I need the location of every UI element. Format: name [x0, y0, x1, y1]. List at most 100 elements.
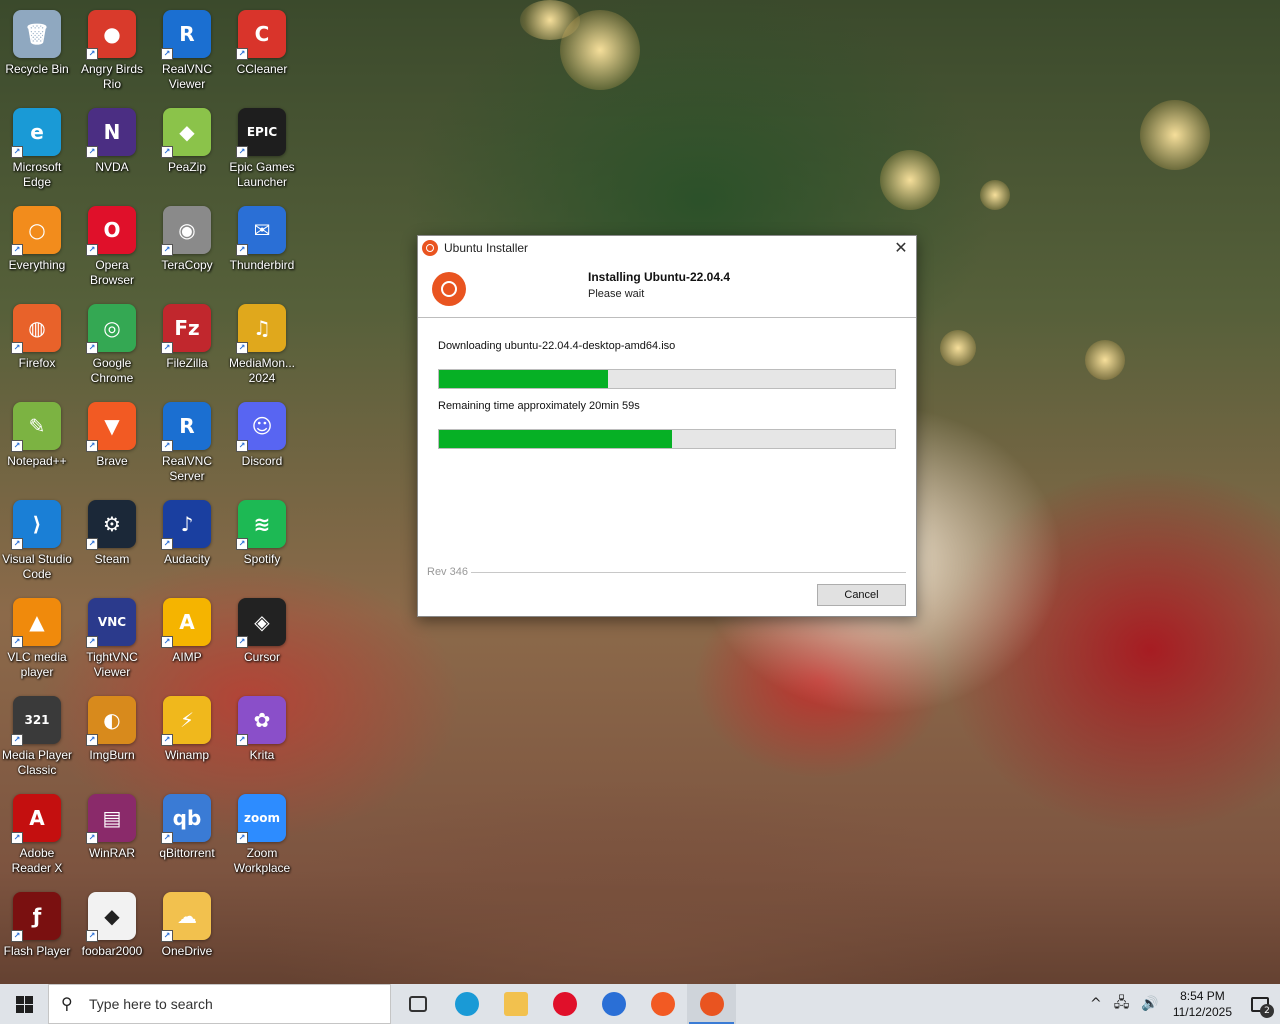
desktop-icon-label: OneDrive: [161, 944, 213, 958]
desktop-icon[interactable]: ◉ ↗ TeraCopy: [150, 200, 224, 292]
desktop-icon[interactable]: ♫ ↗ MediaMon... 2024: [225, 298, 299, 390]
desktop-icon[interactable]: ● ↗ Angry Birds Rio: [75, 4, 149, 96]
app-icon: ◍ ↗: [11, 304, 61, 354]
desktop-icon[interactable]: ⚡ ↗ Winamp: [150, 690, 224, 782]
shortcut-arrow-icon: ↗: [86, 440, 98, 452]
desktop-icon[interactable]: ◍ ↗ Firefox: [0, 298, 74, 390]
desktop-icon-label: ImgBurn: [89, 748, 135, 762]
desktop-icon[interactable]: ≋ ↗ Spotify: [225, 494, 299, 586]
taskbar-app-ubuntu-installer[interactable]: [687, 984, 736, 1024]
title-bar[interactable]: Ubuntu Installer ✕: [418, 236, 916, 260]
desktop-icon[interactable]: O ↗ Opera Browser: [75, 200, 149, 292]
desktop-icon[interactable]: ✿ ↗ Krita: [225, 690, 299, 782]
taskbar-app-brave[interactable]: [638, 984, 687, 1024]
taskbar-search-box[interactable]: ⚲ Type here to search: [48, 984, 391, 1024]
taskbar-app-opera[interactable]: [540, 984, 589, 1024]
desktop-icon-label: Everything: [8, 258, 66, 272]
desktop-icon[interactable]: Fz ↗ FileZilla: [150, 298, 224, 390]
shortcut-arrow-icon: ↗: [161, 930, 173, 942]
taskbar-app-file-explorer[interactable]: [491, 984, 540, 1024]
app-icon: ◆ ↗: [161, 108, 211, 158]
desktop-icon[interactable]: ⟩ ↗ Visual Studio Code: [0, 494, 74, 586]
clock-date: 11/12/2025: [1172, 1005, 1232, 1019]
desktop-icon[interactable]: e ↗ Microsoft Edge: [0, 102, 74, 194]
desktop-icon[interactable]: ○ ↗ Everything: [0, 200, 74, 292]
desktop-icon[interactable]: ☁ ↗ OneDrive: [150, 886, 224, 978]
app-icon-glyph: ✉: [253, 218, 271, 242]
overall-progress-bar: [438, 429, 896, 449]
app-icon-glyph: 321: [24, 713, 50, 727]
desktop-icon[interactable]: ◆ ↗ PeaZip: [150, 102, 224, 194]
desktop-icon[interactable]: EPIC ↗ Epic Games Launcher: [225, 102, 299, 194]
windows-logo-icon: [15, 995, 33, 1013]
file-explorer-icon: [503, 992, 528, 1016]
desktop-icon-label: Media Player Classic: [1, 748, 73, 777]
shortcut-arrow-icon: ↗: [11, 930, 23, 942]
desktop-icon[interactable]: ▤ ↗ WinRAR: [75, 788, 149, 880]
app-icon-glyph: 🗑: [24, 22, 50, 46]
desktop-icon-label: foobar2000: [81, 944, 143, 958]
app-icon-glyph: EPIC: [246, 125, 278, 139]
desktop-icon-label: Epic Games Launcher: [229, 160, 295, 189]
desktop-icon[interactable]: VNC ↗ TightVNC Viewer: [75, 592, 149, 684]
shortcut-arrow-icon: ↗: [86, 734, 98, 746]
close-button[interactable]: ✕: [886, 237, 916, 259]
desktop-icon[interactable]: ◆ ↗ foobar2000: [75, 886, 149, 978]
shortcut-arrow-icon: ↗: [11, 538, 23, 550]
app-icon: R ↗: [161, 402, 211, 452]
desktop-icon[interactable]: qb ↗ qBittorrent: [150, 788, 224, 880]
desktop-icon[interactable]: ◎ ↗ Google Chrome: [75, 298, 149, 390]
volume-icon[interactable]: 🔊: [1141, 996, 1158, 1012]
desktop-icon[interactable]: C ↗ CCleaner: [225, 4, 299, 96]
desktop-icon[interactable]: ◈ ↗ Cursor: [225, 592, 299, 684]
desktop-icon[interactable]: A ↗ AIMP: [150, 592, 224, 684]
desktop-icon[interactable]: zoom ↗ Zoom Workplace: [225, 788, 299, 880]
desktop-icon-label: WinRAR: [88, 846, 135, 860]
network-icon[interactable]: 🖧: [1114, 992, 1130, 1016]
app-icon-glyph: N: [103, 120, 121, 144]
app-icon: ◈ ↗: [236, 598, 286, 648]
bokeh-light: [940, 330, 976, 366]
shortcut-arrow-icon: ↗: [161, 342, 173, 354]
app-icon-glyph: ✿: [253, 708, 271, 732]
app-icon: qb ↗: [161, 794, 211, 844]
desktop-icon[interactable]: R ↗ RealVNC Server: [150, 396, 224, 488]
desktop-icon[interactable]: 🗑 Recycle Bin: [0, 4, 74, 96]
desktop-icon[interactable]: ☺ ↗ Discord: [225, 396, 299, 488]
app-icon: ▤ ↗: [86, 794, 136, 844]
app-icon-glyph: ▲: [29, 610, 45, 634]
desktop-icon[interactable]: ƒ ↗ Flash Player: [0, 886, 74, 978]
window-title: Ubuntu Installer: [444, 241, 529, 255]
desktop-icon[interactable]: ▼ ↗ Brave: [75, 396, 149, 488]
app-icon: ✎ ↗: [11, 402, 61, 452]
desktop-icon[interactable]: ✉ ↗ Thunderbird: [225, 200, 299, 292]
notification-center-button[interactable]: 2: [1240, 984, 1280, 1024]
desktop-icon[interactable]: N ↗ NVDA: [75, 102, 149, 194]
start-button[interactable]: [0, 984, 48, 1024]
app-icon-glyph: ♫: [253, 316, 271, 340]
desktop-icon[interactable]: A ↗ Adobe Reader X: [0, 788, 74, 880]
app-icon-glyph: ◎: [103, 316, 121, 340]
taskbar-app-thunderbird[interactable]: [589, 984, 638, 1024]
shortcut-arrow-icon: ↗: [236, 48, 248, 60]
desktop-icon[interactable]: R ↗ RealVNC Viewer: [150, 4, 224, 96]
desktop-icon[interactable]: ✎ ↗ Notepad++: [0, 396, 74, 488]
app-icon: A ↗: [161, 598, 211, 648]
desktop-icon[interactable]: ♪ ↗ Audacity: [150, 494, 224, 586]
cancel-button[interactable]: Cancel: [817, 584, 906, 606]
desktop-icon[interactable]: ◐ ↗ ImgBurn: [75, 690, 149, 782]
taskbar-app-task-view[interactable]: [393, 984, 442, 1024]
shortcut-arrow-icon: ↗: [161, 734, 173, 746]
desktop-icon[interactable]: ▲ ↗ VLC media player: [0, 592, 74, 684]
desktop-icon[interactable]: ⚙ ↗ Steam: [75, 494, 149, 586]
tray-overflow-icon[interactable]: ^: [1090, 996, 1102, 1012]
desktop-icon-label: Thunderbird: [229, 258, 295, 272]
taskbar-app-edge[interactable]: [442, 984, 491, 1024]
desktop-icon[interactable]: 321 ↗ Media Player Classic: [0, 690, 74, 782]
ubuntu-installer-window[interactable]: Ubuntu Installer ✕ Installing Ubuntu-22.…: [417, 235, 917, 617]
shortcut-arrow-icon: ↗: [236, 832, 248, 844]
desktop-icon-label: Opera Browser: [89, 258, 134, 287]
app-icon-glyph: ◆: [104, 904, 120, 928]
app-icon-glyph: zoom: [244, 811, 280, 825]
clock[interactable]: 8:54 PM 11/12/2025: [1173, 988, 1232, 1020]
